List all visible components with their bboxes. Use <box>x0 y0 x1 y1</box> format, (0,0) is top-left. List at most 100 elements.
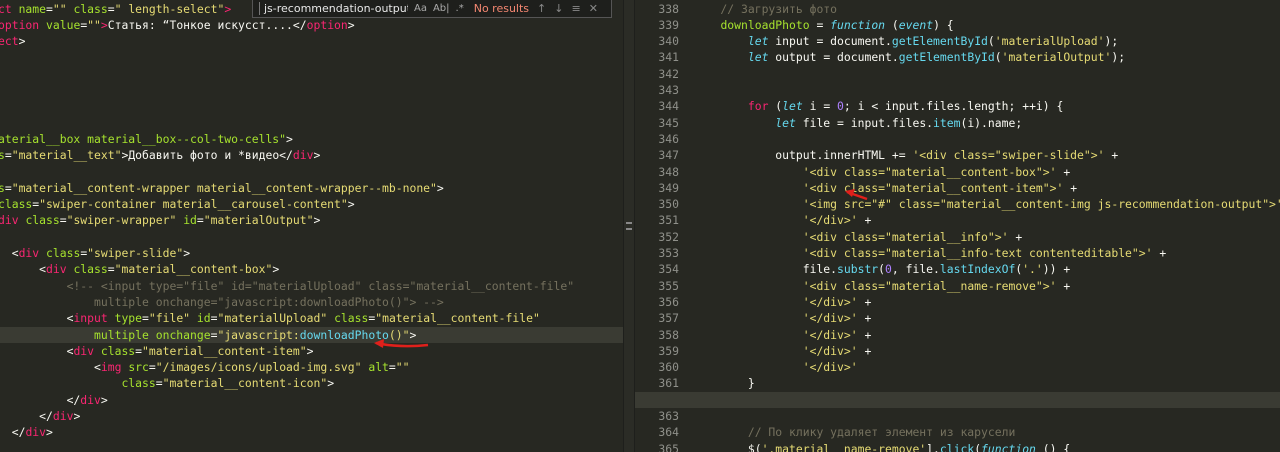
code-line[interactable] <box>635 82 1280 98</box>
previous-match-button[interactable]: ↑ <box>537 2 546 15</box>
code-token: substr <box>837 262 879 277</box>
code-line[interactable] <box>0 82 623 98</box>
red-arrow-annotation-right <box>845 189 868 201</box>
code-line[interactable] <box>635 66 1280 82</box>
code-line[interactable]: <div class="material__content-item"> <box>0 343 623 359</box>
code-token: downloadPhoto <box>720 17 810 32</box>
code-line[interactable]: <div class="swiper-slide"> <box>0 245 623 261</box>
code-line[interactable]: } <box>635 375 1280 391</box>
code-line[interactable]: '</div>' + <box>635 343 1280 359</box>
code-line[interactable] <box>635 408 1280 424</box>
close-find-button[interactable]: ✕ <box>589 2 598 15</box>
code-token: click <box>939 441 975 452</box>
code-token: div <box>18 246 47 260</box>
code-token: + <box>1104 148 1119 163</box>
next-match-button[interactable]: ↓ <box>554 2 563 15</box>
code-line[interactable]: aterial__box material__box--col-two-cell… <box>0 131 623 147</box>
code-token: ]. <box>926 441 940 452</box>
code-line[interactable]: s="material__content-wrapper material__c… <box>0 180 623 196</box>
match-case-toggle[interactable]: Aa <box>414 3 427 14</box>
code-token: src <box>128 360 149 375</box>
code-line[interactable]: for (let i = 0; i < input.files.length; … <box>635 98 1280 114</box>
active-code-line[interactable]: multiple onchange="javascript:downloadPh… <box>0 326 623 343</box>
split-grip-icon <box>626 222 632 230</box>
code-line[interactable]: downloadPhoto = function (event) { <box>635 17 1280 33</box>
code-line[interactable]: '<div class="material__content-item">' + <box>635 180 1280 196</box>
code-text: option value="">Статья: “Тонкое искусст.… <box>0 17 355 33</box>
code-token: + <box>857 311 872 326</box>
code-token: " length-select" <box>114 1 225 16</box>
code-line[interactable]: option value="">Статья: “Тонкое искусст.… <box>0 17 623 33</box>
code-line[interactable]: '</div>' <box>635 359 1280 375</box>
code-line[interactable]: class="material__content-icon"> <box>0 375 623 391</box>
code-line[interactable]: '<div class="material__name-remove">' + <box>635 278 1280 294</box>
code-line[interactable]: // Загрузить фото <box>635 1 1280 17</box>
code-line[interactable]: '<div class="material__info">' + <box>635 229 1280 245</box>
code-line[interactable]: class="swiper-container material__carous… <box>0 196 623 212</box>
code-line[interactable] <box>0 164 623 180</box>
find-in-selection-button[interactable]: ≡ <box>571 2 580 15</box>
code-token: "material__content-wrapper material__con… <box>11 180 437 195</box>
find-input[interactable]: js-recommendation-output <box>259 2 408 15</box>
code-line[interactable] <box>0 115 623 131</box>
code-line[interactable] <box>0 66 623 82</box>
code-token: img <box>100 360 129 375</box>
code-line[interactable]: let file = input.files.item(i).name; <box>635 115 1280 131</box>
code-line[interactable] <box>0 98 623 114</box>
code-line[interactable]: let input = document.getElementById('mat… <box>635 33 1280 49</box>
code-token: alt <box>368 360 389 375</box>
code-line[interactable]: </div> <box>0 424 623 440</box>
code-text: '</div>' + <box>693 212 872 228</box>
code-line[interactable]: file.substr(0, file.lastIndexOf('.')) + <box>635 261 1280 277</box>
code-token: > <box>46 425 53 440</box>
right-editor-pane[interactable]: 338 339 340 341 342 343 344 345 346 347 348 349 350 3… <box>635 0 1280 452</box>
code-line[interactable]: '</div>' + <box>635 212 1280 228</box>
code-line[interactable]: '<div class="material__info-text content… <box>635 245 1280 261</box>
code-token: > <box>347 197 355 212</box>
code-line[interactable] <box>0 229 623 245</box>
code-line[interactable]: '</div>' + <box>635 310 1280 326</box>
editor-split-handle[interactable] <box>623 0 635 452</box>
code-line[interactable]: </div> <box>0 408 623 424</box>
code-token: + <box>857 213 872 228</box>
code-token: "swiper-wrapper" <box>66 213 177 228</box>
active-code-line[interactable] <box>635 391 1280 408</box>
code-token: class <box>100 343 136 358</box>
code-line[interactable]: s="material__text">Добавить фото и *виде… <box>0 147 623 163</box>
code-line[interactable]: </div> <box>0 392 623 408</box>
code-line[interactable]: '</div>' + <box>635 327 1280 343</box>
code-token: > <box>100 17 108 32</box>
code-line[interactable]: <input type="file" id="materialUpload" c… <box>0 310 623 326</box>
code-token: "javascript: <box>217 327 300 342</box>
code-token: ); <box>1111 50 1126 65</box>
code-token: class <box>0 197 33 212</box>
code-line[interactable]: '<img src="#" class="material__content-i… <box>635 196 1280 212</box>
find-widget[interactable]: js-recommendation-output Aa Ab| .* No re… <box>252 0 612 18</box>
code-line[interactable]: ect> <box>0 33 623 49</box>
code-line[interactable] <box>0 49 623 65</box>
code-line[interactable]: output.innerHTML += '<div class="swiper-… <box>635 147 1280 163</box>
code-line[interactable]: multiple onchange="javascript:downloadPh… <box>0 294 623 310</box>
code-line[interactable] <box>635 131 1280 147</box>
code-token: id <box>183 213 197 228</box>
code-line[interactable]: <div class="material__content-box"> <box>0 261 623 277</box>
code-text: '<div class="material__info-text content… <box>693 245 1166 261</box>
regex-toggle[interactable]: .* <box>456 3 464 14</box>
code-line[interactable]: '</div>' + <box>635 294 1280 310</box>
code-token: '</div>' <box>802 343 858 358</box>
code-line[interactable]: // По клику удаляет элемент из карусели <box>635 424 1280 440</box>
code-line[interactable]: $('.material__name-remove'].click(functi… <box>635 441 1280 452</box>
code-token: '<div class="material__content-item">' <box>802 180 1064 195</box>
whole-word-toggle[interactable]: Ab| <box>433 3 450 14</box>
code-token: Статья: “Тонкое искусст....</ <box>107 17 307 32</box>
code-line[interactable]: '<div class="material__content-box">' + <box>635 164 1280 180</box>
code-line[interactable]: <img src="/images/icons/upload-img.svg" … <box>0 359 623 375</box>
code-line[interactable]: div class="swiper-wrapper" id="materialO… <box>0 212 623 228</box>
left-editor-pane[interactable]: ct name="" class=" length-select"> option… <box>0 0 623 452</box>
code-line[interactable]: <!-- <input type="file" id="materialUplo… <box>0 278 623 294</box>
code-line[interactable]: let output = document.getElementById('ma… <box>635 49 1280 65</box>
code-token: let <box>775 115 796 130</box>
code-token: '.' <box>1022 262 1043 277</box>
